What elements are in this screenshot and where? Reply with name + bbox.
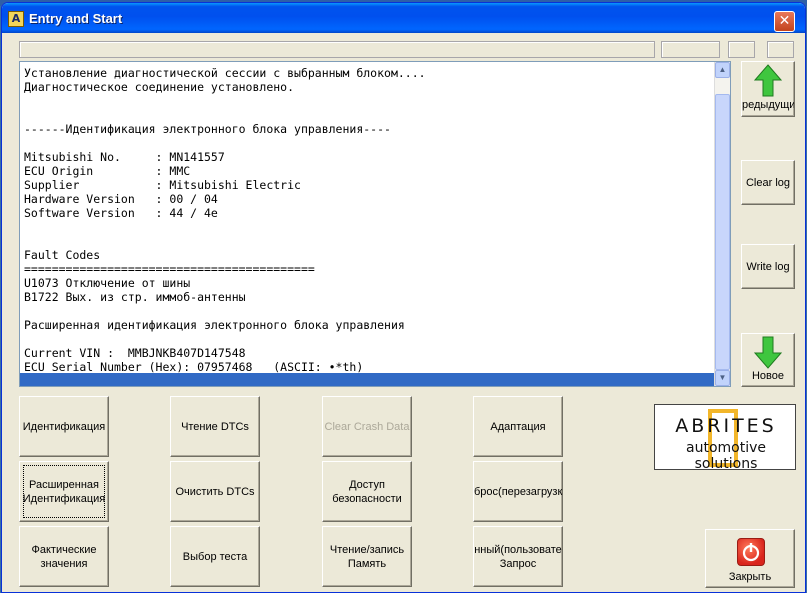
previous-label: редыдущи [742,99,795,111]
clear-log-button[interactable]: Clear log [741,160,795,205]
logo-sub-text: automotive solutions [686,440,766,472]
identification-button[interactable]: Идентификация [19,396,109,457]
log-line: Mitsubishi No. : MN141557 [24,150,225,164]
log-selection-highlight [20,373,717,386]
log-line: U1073 Отключение от шины [24,276,191,290]
app-icon: A [8,11,24,27]
test-selection-button[interactable]: Выбор теста [170,526,260,587]
actual-values-button[interactable]: Фактические значения [19,526,109,587]
scroll-up-icon[interactable]: ▲ [715,62,730,78]
log-line: Fault Codes [24,248,101,262]
write-log-button[interactable]: Write log [741,244,795,289]
log-textbox[interactable]: Установление диагностической сессии с вы… [19,61,731,387]
close-app-label: Закрыть [728,571,772,583]
log-line: Диагностическое соединение установлено. [24,80,295,94]
write-log-label: Write log [746,260,790,273]
status-field-main [19,41,655,58]
scroll-down-icon[interactable]: ▼ [715,370,730,386]
log-line: Установление диагностической сессии с вы… [24,66,426,80]
log-line: Hardware Version : 00 / 04 [24,192,218,206]
status-field-2 [661,41,720,58]
security-access-button[interactable]: Доступ безопасности [322,461,412,522]
read-dtcs-button[interactable]: Чтение DTCs [170,396,260,457]
adaptation-button[interactable]: Адаптация [473,396,563,457]
user-request-button[interactable]: нный(пользовате Запрос [473,526,563,587]
log-line: Current VIN : MMBJNKB407D147548 [24,346,246,360]
log-line: ------Идентификация электронного блока у… [24,122,391,136]
new-label: Новое [751,370,785,382]
title-bar[interactable]: A Entry and Start ✕ [2,3,805,33]
power-icon [737,538,765,566]
entry-and-start-window: A Entry and Start ✕ Установление диагнос… [1,2,806,593]
clear-crash-data-button[interactable]: Clear Crash Data [322,396,412,457]
new-button[interactable]: Новое [741,333,795,387]
window-title: Entry and Start [29,11,123,26]
log-text: Установление диагностической сессии с вы… [24,66,714,374]
log-scrollbar[interactable]: ▲ ▼ [714,62,730,386]
reset-button[interactable]: брос(перезагрузка [473,461,563,522]
log-line: ECU Origin : MMC [24,164,191,178]
up-arrow-icon [754,64,782,97]
status-field-3 [728,41,755,58]
log-line: ECU Serial Number (Hex): 07957468 (ASCII… [24,360,364,374]
clear-log-label: Clear log [745,176,791,189]
close-app-button[interactable]: Закрыть [705,529,795,588]
window-close-button[interactable]: ✕ [774,11,795,32]
log-line: B1722 Вых. из стр. иммоб-антенны [24,290,246,304]
read-write-memory-button[interactable]: Чтение/запись Память [322,526,412,587]
abrites-logo: ABRITES automotive solutions [654,404,796,472]
log-line: Расширенная идентификация электронного б… [24,318,405,332]
status-field-4 [767,41,794,58]
previous-button[interactable]: редыдущи [741,61,795,117]
log-line: Supplier : Mitsubishi Electric [24,178,301,192]
clear-dtcs-button[interactable]: Очистить DTCs [170,461,260,522]
down-arrow-icon [754,336,782,369]
scroll-thumb[interactable] [715,94,730,370]
log-line: Software Version : 44 / 4e [24,206,218,220]
log-line: ========================================… [24,262,315,276]
logo-main-text: ABRITES [675,415,777,437]
extended-identification-button[interactable]: Расширенная Идентификация [19,461,109,522]
